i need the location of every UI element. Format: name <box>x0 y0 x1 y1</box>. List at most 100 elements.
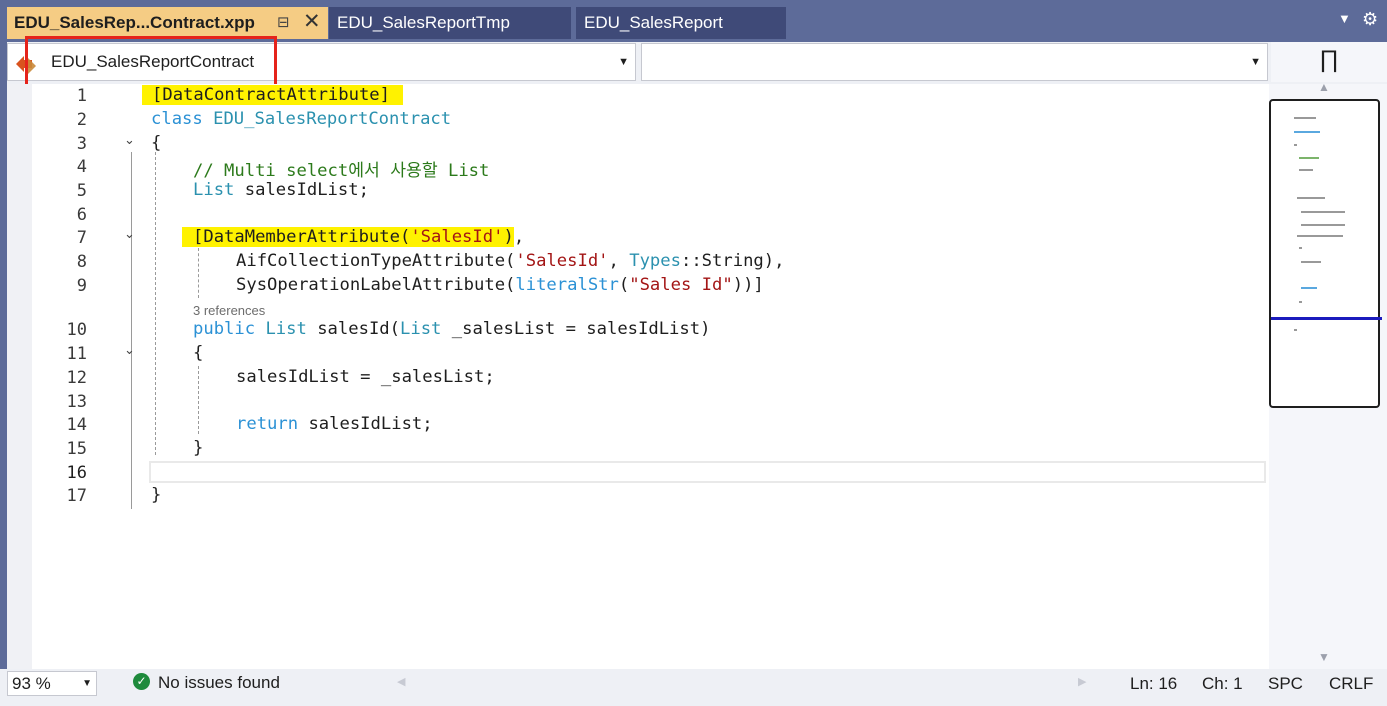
code-line: 12 salesIdList = _salesList; <box>7 366 1269 390</box>
code-line: 14 return salesIdList; <box>7 413 1269 437</box>
code-line: 10 public List salesId(List _salesList =… <box>7 318 1269 342</box>
minimap-scrollbar[interactable]: ▲ ▼ <box>1269 80 1387 669</box>
code-text: return salesIdList; <box>236 414 433 434</box>
code-editor[interactable]: 1 [DataContractAttribute] 2 class EDU_Sa… <box>7 84 1269 669</box>
chevron-down-icon[interactable]: ⌄ <box>124 343 135 358</box>
code-comment: // Multi select에서 사용할 List <box>193 161 490 181</box>
code-text: SysOperationLabelAttribute(literalStr("S… <box>236 275 764 295</box>
minimap-viewport[interactable] <box>1269 99 1382 408</box>
code-line-current: 16 <box>7 461 1269 485</box>
minimap-line <box>1294 329 1297 331</box>
minimap-line <box>1299 301 1302 303</box>
code-line: 2 class EDU_SalesReportContract <box>7 108 1269 132</box>
code-line: 11 ⌄ { <box>7 342 1269 366</box>
column-indicator[interactable]: Ch: 1 <box>1202 674 1243 694</box>
code-text: { <box>193 343 204 363</box>
code-line: 7 ⌄ [DataMemberAttribute('SalesId'), <box>7 226 1269 250</box>
tab-edu-salesreport[interactable]: EDU_SalesReport <box>576 7 786 39</box>
code-lens-references[interactable]: 3 references <box>193 303 265 318</box>
code-text: [DataMemberAttribute('SalesId'), <box>182 227 524 247</box>
tab-edu-salesreporttmp[interactable]: EDU_SalesReportTmp <box>329 7 571 39</box>
pin-icon[interactable]: ⊟ <box>277 7 290 38</box>
indent-mode-indicator[interactable]: SPC <box>1268 674 1303 694</box>
check-circle-icon[interactable]: ✓ <box>133 673 150 690</box>
code-text: class EDU_SalesReportContract <box>151 109 452 129</box>
line-indicator[interactable]: Ln: 16 <box>1130 674 1177 694</box>
code-text: { <box>151 133 162 153</box>
chevron-down-icon: ▼ <box>1250 56 1261 68</box>
code-line: 17 } <box>7 484 1269 508</box>
code-text: salesIdList = _salesList; <box>236 367 495 387</box>
line-number: 8 <box>76 252 87 272</box>
issues-status[interactable]: No issues found <box>158 673 280 693</box>
code-line: 5 List salesIdList; <box>7 179 1269 203</box>
tab-label: EDU_SalesRep...Contract.xpp <box>14 13 255 32</box>
line-number: 2 <box>76 110 87 130</box>
code-line: 15 } <box>7 437 1269 461</box>
chevron-down-icon: ▼ <box>618 56 629 68</box>
minimap-line <box>1299 247 1302 249</box>
code-text: List salesIdList; <box>193 180 369 200</box>
zoom-dropdown[interactable]: 93 % ▼ <box>7 671 97 696</box>
line-number: 11 <box>66 344 87 364</box>
line-number: 14 <box>66 415 87 435</box>
scroll-right-icon[interactable]: ▶ <box>1078 675 1086 688</box>
chevron-down-icon[interactable]: ⌄ <box>124 133 135 148</box>
code-line: 9 SysOperationLabelAttribute(literalStr(… <box>7 274 1269 298</box>
status-bar: 93 % ▼ ✓ No issues found ◀ ▶ Ln: 16 Ch: … <box>0 669 1387 706</box>
code-text: [DataContractAttribute] <box>142 85 403 105</box>
code-text: } <box>193 438 204 458</box>
code-text: AifCollectionTypeAttribute('SalesId', Ty… <box>236 251 785 271</box>
line-number: 3 <box>76 134 87 154</box>
gear-icon[interactable]: ⚙ <box>1362 9 1378 30</box>
code-line: 1 [DataContractAttribute] <box>7 84 1269 108</box>
line-ending-indicator[interactable]: CRLF <box>1329 674 1373 694</box>
code-line: 4 // Multi select에서 사용할 List <box>7 155 1269 181</box>
minimap-line <box>1301 287 1317 289</box>
code-text: public List salesId(List _salesList = sa… <box>193 319 711 339</box>
line-number: 10 <box>66 320 87 340</box>
split-window-icon: ∏ <box>1319 46 1339 73</box>
zoom-value: 93 % <box>12 674 51 693</box>
tab-label: EDU_SalesReportTmp <box>337 13 510 32</box>
code-line: 8 AifCollectionTypeAttribute('SalesId', … <box>7 250 1269 274</box>
line-number: 15 <box>66 439 87 459</box>
minimap-line <box>1299 169 1313 171</box>
minimap-line <box>1297 197 1325 199</box>
minimap-line <box>1294 131 1320 133</box>
scroll-down-icon[interactable]: ▼ <box>1318 650 1330 664</box>
line-number: 6 <box>76 205 87 225</box>
line-number: 5 <box>76 181 87 201</box>
minimap-caret-line <box>1271 317 1382 320</box>
chevron-down-icon[interactable]: ⌄ <box>124 227 135 242</box>
tab-label: EDU_SalesReport <box>584 13 723 32</box>
minimap-line <box>1297 235 1343 237</box>
line-number: 13 <box>66 392 87 412</box>
minimap-line <box>1301 261 1321 263</box>
code-line: 13 <box>7 390 1269 414</box>
line-number: 1 <box>76 86 87 106</box>
member-dropdown[interactable]: ▼ <box>641 43 1268 81</box>
code-line: 6 <box>7 203 1269 227</box>
line-number: 17 <box>66 486 87 506</box>
line-number: 4 <box>76 157 87 177</box>
minimap-line <box>1301 224 1345 226</box>
minimap-line <box>1299 157 1319 159</box>
minimap-line <box>1294 117 1316 119</box>
minimap-line <box>1294 144 1297 146</box>
minimap-line <box>1301 211 1345 213</box>
line-number: 9 <box>76 276 87 296</box>
scroll-up-icon[interactable]: ▲ <box>1318 80 1330 94</box>
chevron-down-icon: ▼ <box>82 678 92 689</box>
line-number: 12 <box>66 368 87 388</box>
tab-edu-salesreportcontract[interactable]: EDU_SalesRep...Contract.xpp ⊟ ✕ <box>7 7 328 39</box>
line-number: 7 <box>76 228 87 248</box>
line-number: 16 <box>66 463 87 483</box>
chevron-down-icon[interactable]: ▼ <box>1338 11 1351 26</box>
code-line: 3 ⌄ { <box>7 132 1269 156</box>
code-text: } <box>151 485 162 505</box>
split-window-button[interactable]: ∏ <box>1271 42 1387 82</box>
scroll-left-icon[interactable]: ◀ <box>397 675 405 688</box>
close-icon[interactable]: ✕ <box>303 7 321 37</box>
annotation-highlight-box <box>25 36 277 89</box>
